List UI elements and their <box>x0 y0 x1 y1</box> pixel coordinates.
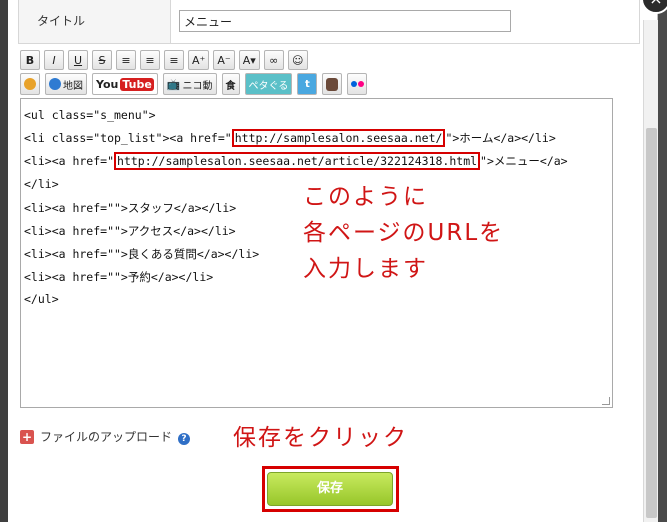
scrollbar-thumb[interactable] <box>646 128 657 518</box>
food-label: 食 <box>225 80 236 92</box>
resize-grip-icon[interactable] <box>602 397 610 405</box>
code-line-3: <li><a href=" http://samplesalon.seesaa.n… <box>24 152 568 170</box>
award-ribbon-button[interactable] <box>20 73 40 95</box>
url-highlight-menu: http://samplesalon.seesaa.net/article/32… <box>114 152 481 170</box>
url-highlight-home: http://samplesalon.seesaa.net/ <box>231 129 446 147</box>
help-icon[interactable]: ? <box>178 432 191 445</box>
font-size-down-button[interactable]: A⁻ <box>213 50 235 70</box>
annotation-url-line-1: このように <box>303 184 428 210</box>
award-ribbon-icon <box>24 78 36 90</box>
emoji-button[interactable]: ☺ <box>287 50 308 70</box>
twitter-icon: t <box>304 78 310 90</box>
title-input[interactable] <box>179 10 511 32</box>
align-center-button[interactable]: ≡ <box>140 50 160 70</box>
bold-button[interactable]: B <box>20 50 40 70</box>
title-label: タイトル <box>37 14 86 28</box>
align-left-button[interactable]: ≡ <box>116 50 136 70</box>
code-line-9: </ul> <box>24 292 59 306</box>
save-button[interactable]: 保存 <box>267 472 393 506</box>
code-line-1: <ul class="s_menu"> <box>24 108 156 122</box>
annotation-url-line-2: 各ページのURLを <box>303 220 505 246</box>
html-editor-textarea[interactable]: <ul class="s_menu"> <li class="top_list"… <box>20 98 613 408</box>
petagogu-button[interactable]: ペタぐる <box>244 73 293 95</box>
edit-modal: タイトル BIUS≡≡≡A⁺A⁻A▾∞☺ 地図 YouTube 📺 ニコ動 食 … <box>8 0 658 522</box>
italic-button[interactable]: I <box>44 50 64 70</box>
code-line-5: <li><a href="">スタッフ</a></li> <box>24 201 237 215</box>
code-line-7: <li><a href="">良くある質問</a></li> <box>24 247 260 261</box>
link-button[interactable]: ∞ <box>263 50 284 70</box>
code-line-2: <li class="top_list"><a href=" http://sam… <box>24 129 556 147</box>
twitter-button[interactable]: t <box>297 73 318 95</box>
tv-icon: 📺 <box>166 77 181 91</box>
backdrop <box>0 0 8 522</box>
code-line-3-prefix: <li><a href=" <box>24 154 115 168</box>
youtube-you-label: You <box>96 77 119 91</box>
title-label-cell: タイトル <box>19 0 171 43</box>
nicovideo-label: ニコ動 <box>182 80 213 92</box>
youtube-button[interactable]: You Tube <box>92 73 158 95</box>
code-line-2-suffix: ">ホーム</a></li> <box>445 131 556 145</box>
file-upload-row[interactable]: + ファイルのアップロード ? <box>20 428 191 445</box>
instagram-icon <box>326 77 339 91</box>
underline-button[interactable]: U <box>68 50 88 70</box>
youtube-tube-label: Tube <box>120 77 154 91</box>
map-button[interactable]: 地図 <box>45 73 87 95</box>
flickr-button[interactable] <box>347 73 368 95</box>
font-color-button[interactable]: A▾ <box>238 50 260 70</box>
plus-icon[interactable]: + <box>20 429 34 444</box>
formatting-toolbar: B I U S ≡ ≡ ≡ A⁺ A⁻ A▾ ∞ ☺ <box>20 50 308 70</box>
align-right-button[interactable]: ≡ <box>164 50 184 70</box>
code-line-3-suffix: ">メニュー</a> <box>480 154 568 168</box>
map-button-label: 地図 <box>63 80 83 92</box>
food-button[interactable]: 食 <box>221 73 240 95</box>
flickr-icon <box>350 81 364 87</box>
font-size-up-button[interactable]: A⁺ <box>188 50 210 70</box>
title-row: タイトル <box>18 0 640 44</box>
nicovideo-button[interactable]: 📺 ニコ動 <box>162 73 217 95</box>
embed-toolbar: 地図 You Tube 📺 ニコ動 食 ペタぐる t <box>20 73 368 95</box>
code-line-8: <li><a href="">予約</a></li> <box>24 270 214 284</box>
code-line-4: </li> <box>24 177 59 191</box>
instagram-button[interactable] <box>322 73 343 95</box>
code-line-6: <li><a href="">アクセス</a></li> <box>24 224 236 238</box>
modal-scrollbar[interactable] <box>643 20 658 522</box>
annotation-url-line-3: 入力します <box>303 256 428 282</box>
globe-icon <box>49 78 61 90</box>
code-line-2-prefix: <li class="top_list"><a href=" <box>24 131 232 145</box>
strikethrough-button[interactable]: S <box>92 50 112 70</box>
annotation-save: 保存をクリック <box>233 425 408 451</box>
file-upload-link[interactable]: ファイルのアップロード <box>40 428 172 445</box>
petagogu-label: ペタぐる <box>248 80 289 92</box>
